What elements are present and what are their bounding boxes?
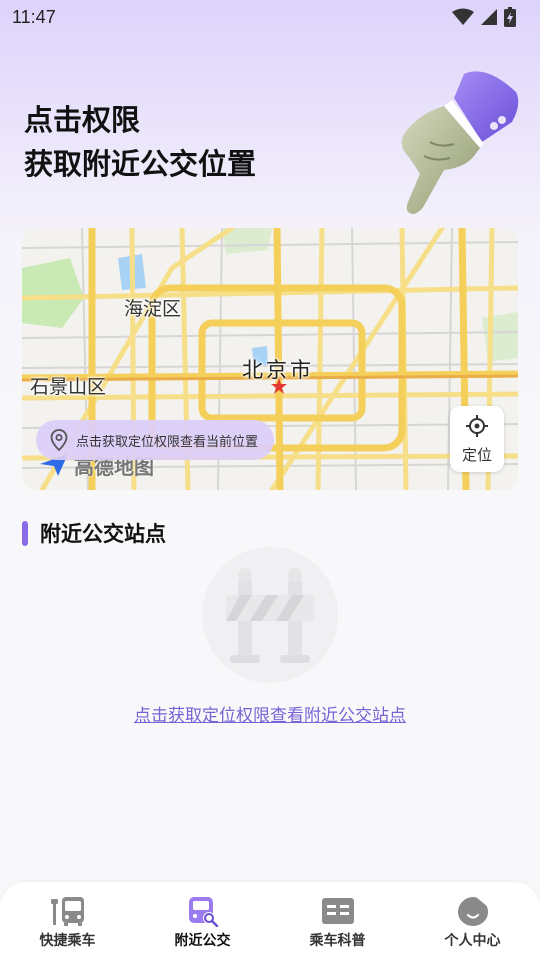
location-permission-prompt[interactable]: 点击获取定位权限查看当前位置 <box>36 420 275 460</box>
map-label-shijingshan: 石景山区 <box>30 376 107 398</box>
battery-icon <box>504 7 516 27</box>
book-icon <box>320 894 356 928</box>
bottom-tab-bar: 快捷乘车 附近公交 乘车科普 个人中心 <box>0 882 540 960</box>
tab-nearby-bus[interactable]: 附近公交 <box>143 894 263 950</box>
tab-profile[interactable]: 个人中心 <box>413 894 533 950</box>
crosshair-icon <box>466 414 488 437</box>
pointing-hand-illustration <box>401 71 519 214</box>
status-icons <box>452 7 516 27</box>
profile-icon <box>455 894 491 928</box>
locate-button-label: 定位 <box>461 445 492 464</box>
bus-search-icon <box>185 894 221 928</box>
hero-title-line-1: 点击权限 <box>24 103 141 137</box>
wifi-icon <box>452 8 474 25</box>
section-title: 附近公交站点 <box>40 522 166 546</box>
hero-title-line-2: 获取附近公交位置 <box>24 147 257 181</box>
tab-ride-knowledge-label: 乘车科普 <box>309 933 366 949</box>
map-label-haidian: 海淀区 <box>124 298 182 320</box>
status-time: 11:47 <box>12 6 56 27</box>
cellular-signal-icon <box>481 9 497 25</box>
tab-quick-ride-label: 快捷乘车 <box>39 933 96 949</box>
status-bar: 11:47 <box>0 0 540 34</box>
nearby-stops-header: 附近公交站点 <box>22 518 166 548</box>
section-accent-bar <box>22 520 28 546</box>
map-card[interactable]: 海淀区 石景山区 北京市 高德地图 点击获取定位权限查看当前位置 定位 <box>22 228 518 490</box>
get-location-permission-link[interactable]: 点击获取定位权限查看附近公交站点 <box>0 701 540 726</box>
tab-profile-label: 个人中心 <box>444 933 501 949</box>
location-pin-icon <box>50 429 68 451</box>
tab-quick-ride[interactable]: 快捷乘车 <box>8 894 128 950</box>
roadblock-empty-illustration <box>202 547 338 683</box>
locate-button[interactable]: 定位 <box>450 406 504 472</box>
tab-ride-knowledge[interactable]: 乘车科普 <box>278 894 398 950</box>
tab-nearby-bus-label: 附近公交 <box>174 933 231 949</box>
bus-stop-icon <box>50 894 86 928</box>
capital-star-icon <box>271 378 287 394</box>
location-prompt-text: 点击获取定位权限查看当前位置 <box>76 434 259 450</box>
hero-title: 点击权限 获取附近公交位置 <box>24 98 256 186</box>
